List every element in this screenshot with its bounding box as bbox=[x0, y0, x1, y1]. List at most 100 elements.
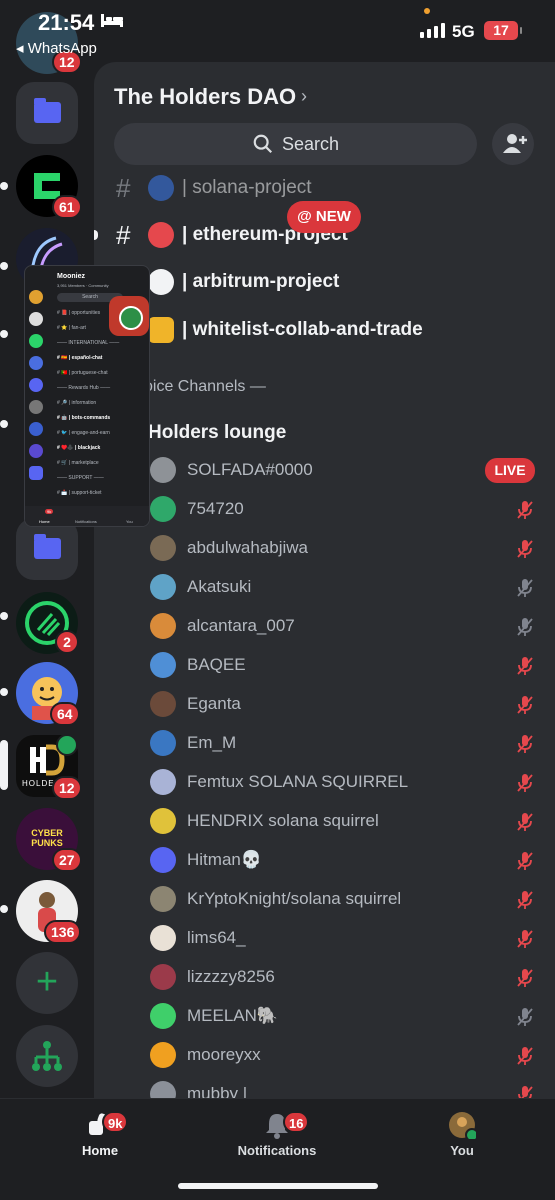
add-person-icon bbox=[503, 134, 527, 153]
member-avatar bbox=[150, 652, 176, 678]
white-circle-icon bbox=[148, 269, 174, 295]
member-name: Eganta bbox=[187, 694, 241, 713]
add-server-button[interactable]: + bbox=[16, 952, 78, 1014]
voice-channel-name[interactable]: Holders lounge bbox=[148, 422, 286, 444]
member-name: lizzzzy8256 bbox=[187, 967, 275, 986]
server-rail: 12 61 2 64 HOLDERS 12 CYBER PUNKS 27 136… bbox=[0, 0, 94, 1100]
mini-channel-row: # 🐦 | engage-and-earn bbox=[57, 430, 110, 436]
voice-member-row[interactable]: BAQEE bbox=[94, 646, 555, 685]
member-avatar bbox=[150, 1042, 176, 1068]
voice-member-row[interactable]: lizzzzy8256 bbox=[94, 958, 555, 997]
voice-member-row[interactable]: Hitman💀 bbox=[94, 841, 555, 880]
channel-panel: The Holders DAO › Search # | solana-proj… bbox=[94, 62, 555, 1102]
server-folder[interactable] bbox=[16, 518, 78, 580]
voice-member-row[interactable]: KrYptoKnight/solana squirrel bbox=[94, 880, 555, 919]
muted-mic-icon bbox=[517, 969, 533, 987]
unread-pip bbox=[0, 330, 8, 338]
member-name: Em_M bbox=[187, 733, 237, 752]
blue-circle-icon bbox=[148, 175, 174, 201]
member-avatar bbox=[150, 535, 176, 561]
server-preview-popup[interactable]: Mooniez 3,951 Members · Community Search… bbox=[24, 265, 150, 527]
member-name: abdulwahabjiwa bbox=[187, 538, 308, 557]
new-mentions-pill[interactable]: @ NEW bbox=[287, 201, 361, 233]
voice-member-row[interactable]: lims64_ bbox=[94, 919, 555, 958]
muted-mic-icon bbox=[517, 852, 533, 870]
mic-off-icon bbox=[517, 579, 533, 597]
text-channel-icon: # bbox=[116, 219, 131, 250]
tab-home-label: Home bbox=[81, 1143, 119, 1158]
unread-pip bbox=[0, 182, 8, 190]
mini-server-icon bbox=[29, 334, 43, 348]
mini-channel-row: # 🤖 | bots-commands bbox=[57, 415, 111, 421]
unread-badge: 136 bbox=[44, 920, 82, 944]
voice-member-row[interactable]: Em_M bbox=[94, 724, 555, 763]
mini-server-icon bbox=[29, 444, 43, 458]
back-to-app-link[interactable]: ◂ WhatsApp bbox=[16, 39, 97, 57]
voice-member-row[interactable]: SOLFADA#0000 LIVE bbox=[94, 451, 555, 490]
unread-badge: 27 bbox=[52, 848, 82, 872]
folder-icon bbox=[34, 534, 61, 559]
live-badge: LIVE bbox=[485, 458, 535, 483]
voice-member-row[interactable]: mooreyxx bbox=[94, 1036, 555, 1075]
mini-server-icon bbox=[29, 356, 43, 370]
invite-members-button[interactable] bbox=[492, 123, 534, 165]
channel-row[interactable]: | whitelist-collab-and-trade bbox=[94, 310, 555, 350]
server-folder[interactable] bbox=[16, 82, 78, 144]
tab-you-label: You bbox=[450, 1143, 474, 1158]
sleep-focus-icon bbox=[101, 14, 123, 27]
member-name: HENDRIX solana squirrel bbox=[187, 811, 379, 830]
mini-channel-row: # 🇪🇸 | español-chat bbox=[57, 355, 103, 361]
mini-server-icon bbox=[29, 466, 43, 480]
muted-mic-icon bbox=[517, 657, 533, 675]
unread-badge: 64 bbox=[50, 702, 80, 726]
mini-channel-row: # 📩 | support-ticket bbox=[57, 490, 102, 496]
channel-row[interactable]: | arbitrum-project bbox=[94, 262, 555, 302]
server-title[interactable]: The Holders DAO bbox=[114, 84, 296, 110]
member-name: Hitman💀 bbox=[187, 850, 263, 869]
tab-you[interactable]: You bbox=[402, 1111, 522, 1158]
tab-notifications-label: Notifications bbox=[237, 1143, 317, 1158]
mini-channel-row: # 🔎 | information bbox=[57, 400, 97, 406]
channel-name: | whitelist-collab-and-trade bbox=[182, 319, 423, 340]
member-avatar bbox=[150, 769, 176, 795]
mini-channel-row: —— Rewards Hub —— bbox=[57, 385, 111, 391]
notifications-badge: 16 bbox=[283, 1111, 310, 1133]
red-circle-icon bbox=[148, 222, 174, 248]
member-avatar bbox=[150, 964, 176, 990]
unread-pip bbox=[0, 262, 8, 270]
status-bar: 21:54 ◂ WhatsApp 5G 17 bbox=[0, 0, 555, 60]
member-name: MEELAN🐘 bbox=[187, 1006, 279, 1025]
voice-member-row[interactable]: Eganta bbox=[94, 685, 555, 724]
search-label: Search bbox=[281, 133, 340, 154]
voice-member-row[interactable]: MEELAN🐘 bbox=[94, 997, 555, 1036]
tab-notifications[interactable]: 16 Notifications bbox=[217, 1111, 337, 1158]
selected-server-indicator bbox=[0, 740, 8, 790]
folder-icon bbox=[34, 98, 61, 123]
mini-server-icon bbox=[29, 290, 43, 304]
unread-pip bbox=[0, 420, 8, 428]
mic-off-icon bbox=[517, 618, 533, 636]
member-name: mooreyxx bbox=[187, 1045, 261, 1064]
voice-member-row[interactable]: abdulwahabjiwa bbox=[94, 529, 555, 568]
voice-member-row[interactable]: alcantara_007 bbox=[94, 607, 555, 646]
unread-badge: 61 bbox=[52, 195, 82, 219]
voice-member-row[interactable]: 754720 bbox=[94, 490, 555, 529]
mini-channel-row: —— INTERNATIONAL —— bbox=[57, 340, 120, 346]
voice-member-row[interactable]: HENDRIX solana squirrel bbox=[94, 802, 555, 841]
tab-home[interactable]: 9k Home bbox=[40, 1111, 160, 1158]
voice-member-row[interactable]: Akatsuki bbox=[94, 568, 555, 607]
member-avatar bbox=[150, 730, 176, 756]
voice-category-header[interactable]: oice Channels — bbox=[144, 378, 266, 396]
member-avatar bbox=[150, 496, 176, 522]
discover-servers-button[interactable] bbox=[16, 1025, 78, 1087]
member-name: 754720 bbox=[187, 499, 244, 518]
mini-channel-row: # ♥️♣️ | blackjack bbox=[57, 445, 101, 451]
chevron-right-icon[interactable]: › bbox=[301, 86, 307, 107]
handshake-icon bbox=[148, 317, 174, 343]
muted-mic-icon bbox=[517, 501, 533, 519]
voice-member-row[interactable]: Femtux SOLANA SQUIRREL bbox=[94, 763, 555, 802]
unread-pip bbox=[0, 905, 8, 913]
muted-mic-icon bbox=[517, 774, 533, 792]
mini-tab-you: You bbox=[126, 519, 133, 524]
search-bar[interactable]: Search bbox=[114, 123, 477, 165]
